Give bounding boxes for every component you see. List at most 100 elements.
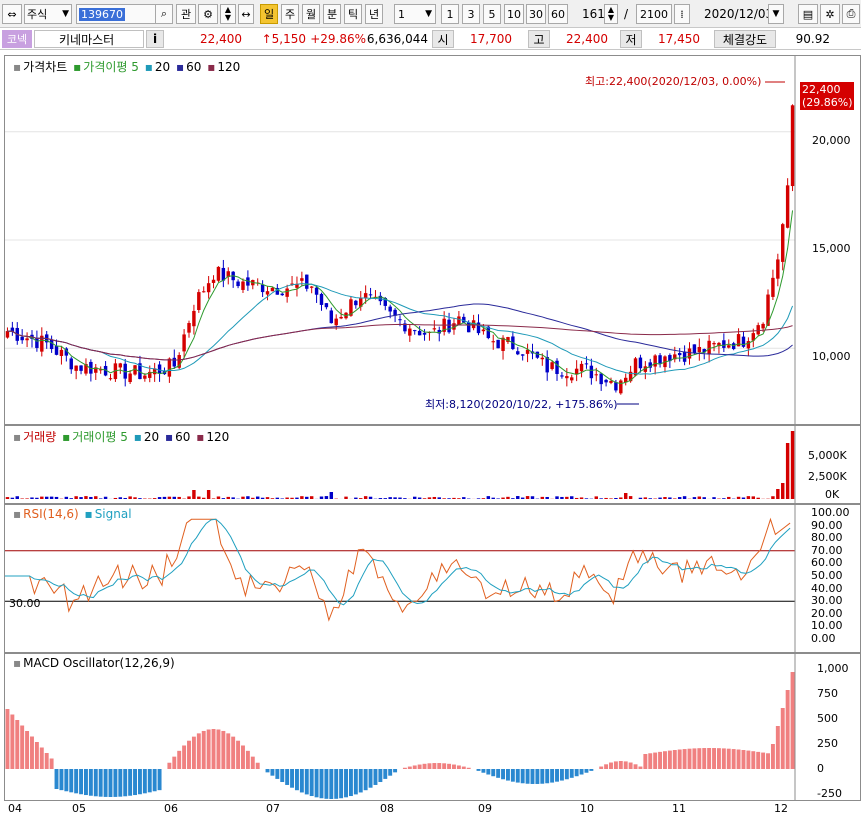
macd-bar [677, 749, 682, 769]
favorite-icon[interactable]: ⚙ [198, 4, 218, 24]
info-button[interactable]: i [146, 30, 164, 48]
rsi-chart-panel[interactable]: ▪ RSI(14,6) ▪ Signal 30.00 100.00 90.00 80.0… [4, 504, 861, 653]
volume-bar [437, 497, 441, 499]
market-select[interactable]: 주식 ▼ [24, 4, 72, 24]
watch-button[interactable]: 관 [176, 4, 196, 24]
macd-bar [93, 769, 98, 797]
volume-tick-label: 0K [825, 488, 840, 501]
candle-body [79, 365, 83, 371]
interval-30-button[interactable]: 30 [526, 4, 546, 24]
macd-chart-panel[interactable]: ▪ MACD Oscillator(12,26,9) 1,000 750 500 250… [4, 653, 861, 801]
count-total-input[interactable]: 2100 [636, 4, 672, 24]
candle-body [692, 344, 697, 354]
tab-timeframe-week[interactable]: 주 [281, 4, 299, 24]
candle-body [417, 330, 422, 336]
candle-body [324, 303, 329, 308]
interval-label: 60 [551, 7, 565, 21]
volume-bar [594, 496, 598, 499]
macd-bar [702, 748, 707, 769]
macd-bar [280, 769, 285, 783]
candle-body [25, 338, 29, 341]
macd-bar [628, 762, 633, 769]
interval-60-button[interactable]: 60 [548, 4, 568, 24]
tab-timeframe-minute[interactable]: 분 [323, 4, 341, 24]
volume-bar [128, 496, 132, 499]
candle-body [422, 332, 427, 335]
panel-toggle-icon[interactable]: ⇔ [2, 4, 22, 24]
volume-bar [746, 496, 751, 499]
macd-bar [69, 769, 74, 793]
macd-bar [373, 769, 378, 785]
macd-bar [736, 749, 741, 769]
volume-bar [30, 497, 34, 499]
macd-bar [785, 690, 790, 769]
candle-body [241, 281, 245, 290]
macd-bar [613, 761, 618, 769]
candle-body [354, 300, 358, 306]
last-price-pct: (29.86%) [802, 96, 853, 109]
volume-bar [462, 497, 466, 499]
print-icon[interactable]: ⎙ [842, 4, 860, 24]
volume-bar [579, 497, 584, 499]
volume-bar [226, 496, 230, 499]
stock-name[interactable]: 키네마스터 [34, 30, 144, 48]
tab-timeframe-day[interactable]: 일 [260, 4, 278, 24]
interval-10-button[interactable]: 10 [504, 4, 524, 24]
timeframe-label: 주 [284, 8, 296, 21]
search-icon[interactable]: ⌕ [155, 4, 173, 24]
macd-legend: ▪ MACD Oscillator(12,26,9) [13, 656, 175, 670]
open-label: 시 [432, 30, 454, 48]
macd-bar [167, 762, 172, 769]
macd-bar [265, 769, 270, 773]
volume-bar [162, 496, 167, 499]
rsi-tick-label: 60.00 [811, 556, 843, 570]
rsi-tick-label: 80.00 [811, 531, 843, 545]
candle-body [157, 364, 162, 374]
interval-select[interactable]: 1 ▼ [394, 4, 436, 24]
macd-bar [466, 767, 471, 769]
candle-body [599, 373, 603, 385]
price-chart-panel[interactable]: ▪ 가격차트 ▪ 가격이평 5 ▪ 20 ▪ 60 ▪ 120 최고:22,400(202… [4, 55, 861, 425]
volume-bar [677, 497, 682, 499]
calendar-dropdown-icon[interactable]: ▼ [768, 4, 784, 24]
tab-timeframe-tick[interactable]: 틱 [344, 4, 362, 24]
window-icon[interactable]: ▤ [798, 4, 818, 24]
macd-bar [716, 748, 721, 769]
x-tick-label: 08 [380, 802, 394, 815]
volume-bar [206, 490, 211, 499]
macd-bar [74, 769, 79, 794]
macd-bar [294, 769, 299, 791]
tab-timeframe-year[interactable]: 년 [365, 4, 383, 24]
macd-bar [15, 720, 20, 769]
candle-body [270, 287, 275, 292]
grid-icon[interactable]: ⁞ [674, 4, 690, 24]
volume-bar [727, 496, 731, 499]
tab-timeframe-month[interactable]: 월 [302, 4, 320, 24]
candle-body [457, 316, 461, 325]
volume-bar [241, 496, 245, 499]
candle-body [756, 325, 760, 335]
interval-1-button[interactable]: 1 [441, 4, 459, 24]
arrow-icon[interactable]: ↔ [238, 4, 254, 24]
candle-body [520, 354, 525, 356]
candle-body [697, 346, 702, 353]
volume-bar [363, 496, 368, 499]
spin-stepper[interactable]: ▲ ▼ [220, 4, 236, 24]
x-axis: 04 05 06 07 08 09 10 11 12 [4, 801, 861, 821]
macd-bar [25, 731, 30, 769]
interval-3-button[interactable]: 3 [462, 4, 480, 24]
volume-bar [10, 497, 15, 499]
volume-bar [776, 489, 780, 499]
macd-bar [334, 769, 339, 799]
candle-body [594, 374, 598, 376]
count-stepper[interactable]: ▲ ▼ [604, 4, 618, 24]
volume-bar [614, 498, 618, 499]
interval-5-button[interactable]: 5 [483, 4, 501, 24]
timeframe-label: 틱 [347, 8, 359, 21]
candle-body [682, 351, 687, 362]
volume-chart-panel[interactable]: ▪ 거래량 ▪ 거래이평 5 ▪ 20 ▪ 60 ▪ 120 5,000K 2,500K … [4, 425, 861, 504]
volume-bar [167, 496, 172, 499]
volume-bar [427, 497, 432, 499]
price-tick-label: 10,000 [812, 350, 851, 363]
settings-icon[interactable]: ✲ [820, 4, 840, 24]
